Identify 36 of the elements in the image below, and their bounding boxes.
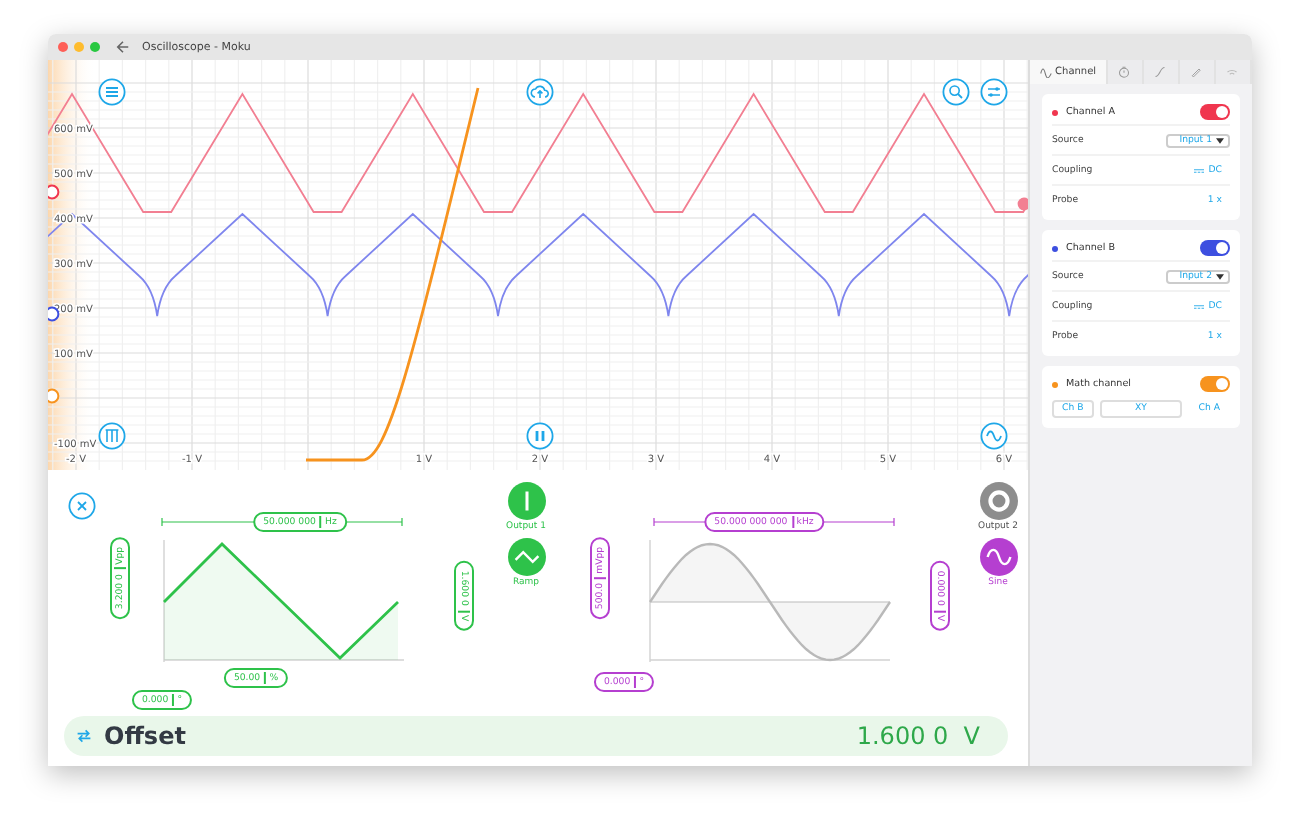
maximize-window-icon[interactable]: [90, 42, 100, 52]
close-icon[interactable]: [68, 492, 96, 520]
dc-icon: [1194, 303, 1205, 309]
cloud-upload-icon[interactable]: [526, 78, 554, 106]
menu-icon[interactable]: [98, 78, 126, 106]
power-button[interactable]: [979, 482, 1017, 520]
toggle-switch[interactable]: [1200, 376, 1230, 392]
search-icon[interactable]: [942, 78, 970, 106]
curve-icon: [1154, 66, 1167, 78]
wave-icon: [1039, 66, 1052, 78]
timer-icon: [1118, 66, 1131, 78]
caret-icon: [1216, 273, 1224, 279]
sidebar-tab[interactable]: [1107, 60, 1144, 84]
channel-marker-icon[interactable]: [48, 388, 60, 404]
offset-value: 1.600 0 V: [856, 722, 980, 750]
pause-icon[interactable]: [526, 422, 554, 450]
toggle-switch[interactable]: [1200, 104, 1230, 120]
sliders-icon[interactable]: [980, 78, 1008, 106]
swap-icon[interactable]: [76, 728, 92, 744]
pen-icon: [1190, 66, 1203, 78]
power-button[interactable]: [507, 482, 545, 520]
channel-marker-icon[interactable]: [48, 184, 60, 200]
toggle-switch[interactable]: [1200, 240, 1230, 256]
close-window-icon[interactable]: [58, 42, 68, 52]
caret-icon: [1216, 137, 1224, 143]
offset-label: Offset: [104, 722, 186, 750]
trigger-marker-icon[interactable]: [1017, 197, 1028, 211]
signal-icon: [1226, 66, 1239, 78]
minimize-window-icon[interactable]: [74, 42, 84, 52]
sine-wave-icon[interactable]: [980, 422, 1008, 450]
generator-icon[interactable]: [98, 422, 126, 450]
offset-bar[interactable]: Offset 1.600 0 V: [64, 716, 1008, 756]
back-arrow-icon[interactable]: [116, 40, 130, 54]
waveform-button[interactable]: [979, 538, 1017, 576]
waveform-button[interactable]: [507, 538, 545, 576]
dc-icon: [1194, 167, 1205, 173]
